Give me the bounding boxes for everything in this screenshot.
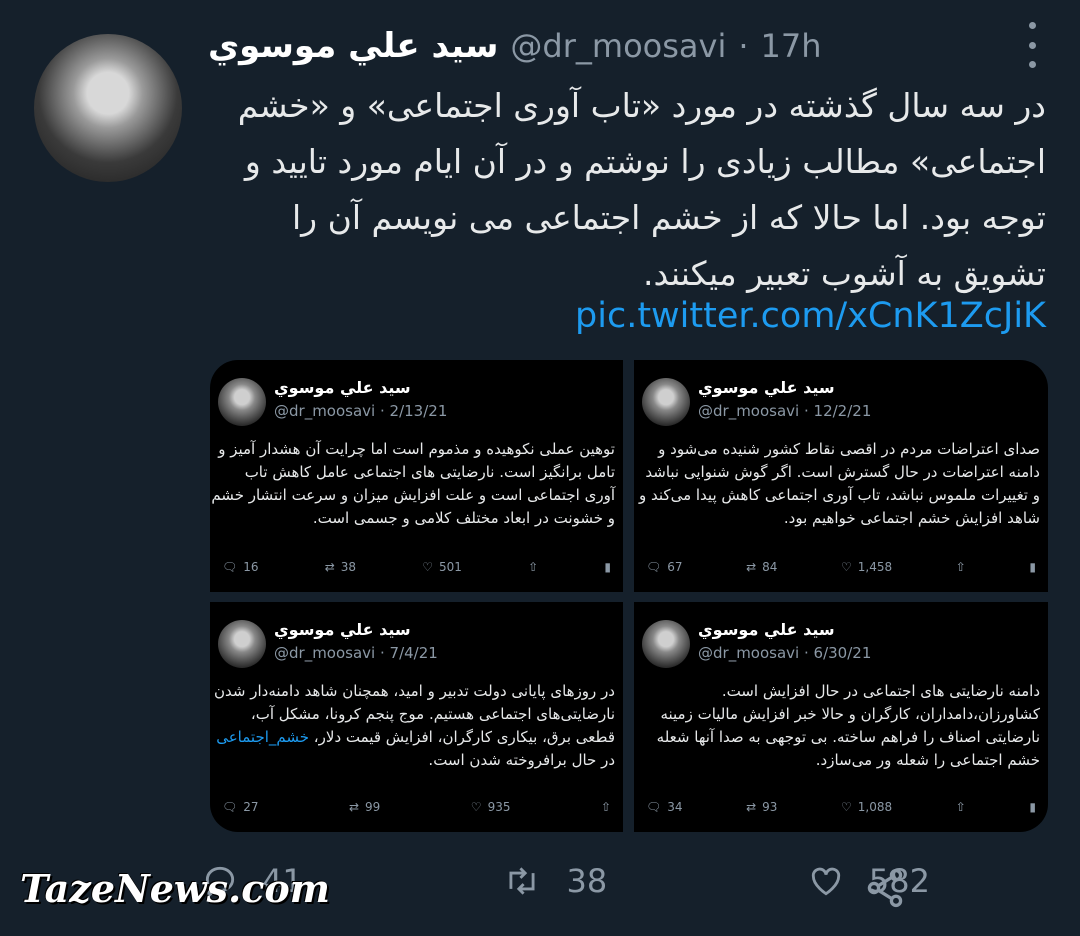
share-icon: ⇧ (600, 800, 611, 814)
embedded-actions: 🗨 27 ⇄ 99 ♡ 935 ⇧ (222, 800, 611, 814)
avatar (218, 378, 266, 426)
share-icon: ⇧ (955, 800, 966, 814)
retweet-icon: ⇄ (746, 800, 757, 814)
embedded-tweet-image[interactable]: سيد علي موسوي @dr_moosavi · 7/4/21 در رو… (210, 602, 623, 832)
embedded-name: سيد علي موسوي (274, 620, 411, 639)
avatar (642, 378, 690, 426)
share-icon: ⇧ (528, 560, 539, 574)
embedded-name: سيد علي موسوي (698, 620, 835, 639)
reply-icon: 🗨 (646, 800, 662, 814)
embedded-actions: 🗨 67 ⇄ 84 ♡ 1,458 ⇧ ▮ (646, 560, 1036, 574)
embedded-text: دامنه نارضایتی های اجتماعی در حال افزایش… (656, 682, 1040, 769)
like-icon: ♡ (841, 800, 852, 814)
embedded-actions: 🗨 34 ⇄ 93 ♡ 1,088 ⇧ ▮ (646, 800, 1036, 814)
user-handle[interactable]: @dr_moosavi (510, 27, 726, 65)
embedded-handle-date: @dr_moosavi · 2/13/21 (274, 402, 448, 420)
separator: · (738, 27, 749, 65)
tweet-header: سيد علي موسوي @dr_moosavi · 17h (208, 24, 960, 68)
tweet-time[interactable]: 17h (761, 27, 822, 65)
hashtag: خشم_اجتماعی (216, 728, 310, 746)
profile-avatar[interactable] (34, 34, 182, 182)
embedded-text: توهین عملی نکوهیده و مذموم است اما چرایت… (211, 440, 615, 527)
stats-icon: ▮ (604, 560, 611, 574)
display-name[interactable]: سيد علي موسوي (208, 26, 498, 66)
embedded-tweet-image[interactable]: سيد علي موسوي @dr_moosavi · 12/2/21 صدای… (634, 360, 1048, 592)
reply-icon: 🗨 (646, 560, 662, 574)
embedded-handle-date: @dr_moosavi · 6/30/21 (698, 644, 872, 662)
stats-icon: ▮ (1029, 560, 1036, 574)
stats-icon: ▮ (1029, 800, 1036, 814)
embedded-name: سيد علي موسوي (698, 378, 835, 397)
like-icon (811, 867, 840, 896)
avatar (218, 620, 266, 668)
retweet-icon: ⇄ (348, 800, 360, 814)
avatar (642, 620, 690, 668)
retweet-button[interactable]: 38 (500, 862, 607, 900)
embedded-text: در روزهای پایانی دولت تدبیر و امید، همچن… (214, 682, 615, 769)
embedded-tweet-image[interactable]: سيد علي موسوي @dr_moosavi · 6/30/21 دامن… (634, 602, 1048, 832)
embedded-name: سيد علي موسوي (274, 378, 411, 397)
tweet-link[interactable]: pic.twitter.com/xCnK1ZcJiK (575, 296, 1046, 336)
share-icon: ⇧ (955, 560, 966, 574)
embedded-text: صدای اعتراضات مردم در اقصی نقاط کشور شنی… (639, 440, 1040, 527)
retweet-icon: ⇄ (324, 560, 335, 574)
reply-icon: 🗨 (222, 560, 238, 574)
like-icon: ♡ (470, 800, 482, 814)
media-grid[interactable]: سيد علي موسوي @dr_moosavi · 2/13/21 توهی… (210, 360, 1048, 832)
share-button[interactable] (862, 866, 908, 914)
retweet-icon: ⇄ (746, 560, 757, 574)
share-icon (867, 868, 903, 908)
embedded-handle-date: @dr_moosavi · 7/4/21 (274, 644, 438, 662)
tweet-text: در سه سال گذشته در مورد «تاب آوری اجتماع… (237, 86, 1046, 293)
more-icon[interactable] (1022, 22, 1042, 68)
watermark-logo: TazeNews.com (20, 866, 330, 911)
like-icon: ♡ (422, 560, 433, 574)
like-icon: ♡ (841, 560, 852, 574)
embedded-actions: 🗨 16 ⇄ 38 ♡ 501 ⇧ ▮ (222, 560, 611, 574)
reply-icon: 🗨 (222, 800, 238, 814)
retweet-icon (509, 867, 535, 895)
embedded-tweet-image[interactable]: سيد علي موسوي @dr_moosavi · 2/13/21 توهی… (210, 360, 623, 592)
embedded-handle-date: @dr_moosavi · 12/2/21 (698, 402, 872, 420)
